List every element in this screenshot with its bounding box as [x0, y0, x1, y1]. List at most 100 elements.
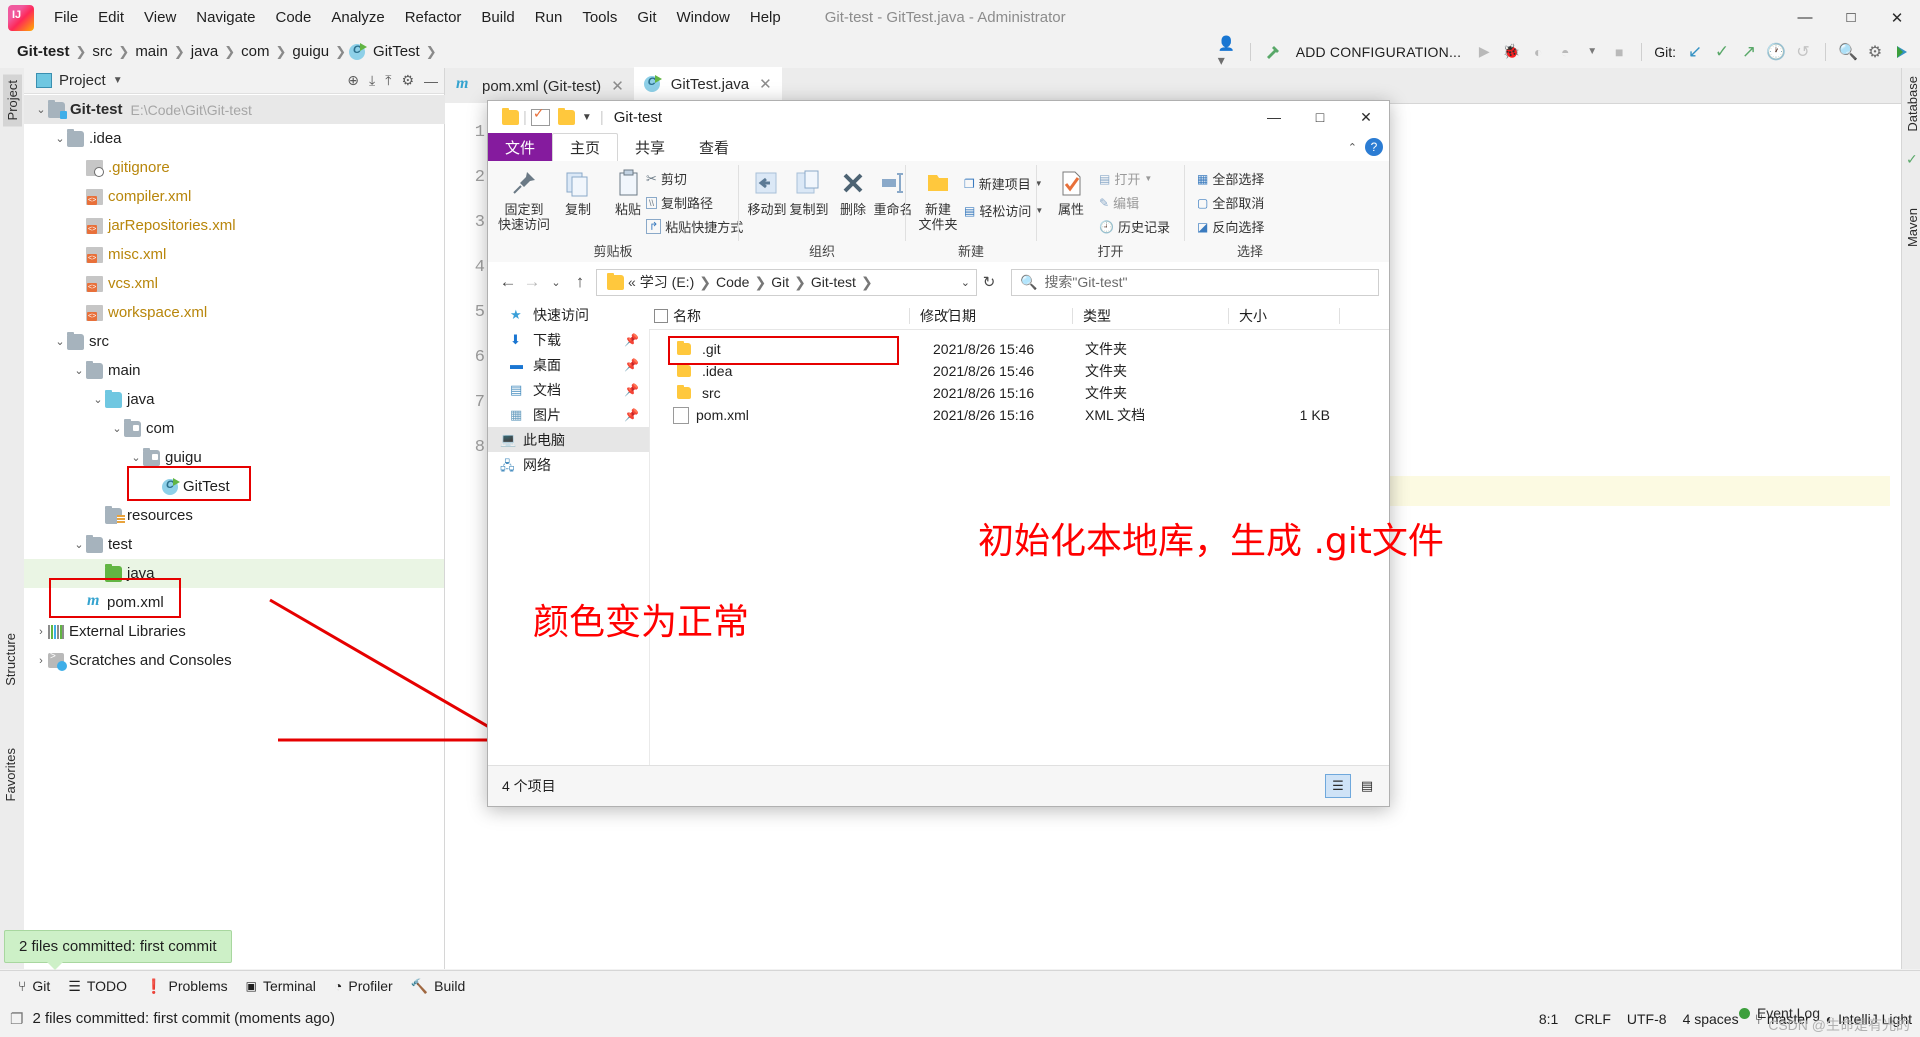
menu-item-build[interactable]: Build: [471, 5, 524, 30]
column-header-type[interactable]: 类型: [1073, 306, 1228, 326]
close-icon[interactable]: ✕: [759, 75, 772, 93]
stop-icon[interactable]: ■: [1609, 42, 1629, 62]
menu-item-file[interactable]: File: [44, 5, 88, 30]
run-icon[interactable]: ▶: [1474, 42, 1494, 62]
search-input[interactable]: 🔍 搜索"Git-test": [1011, 268, 1379, 296]
tree-row-main[interactable]: ⌄ main: [24, 356, 444, 385]
user-account-icon[interactable]: 👤▾: [1218, 35, 1238, 68]
path-part-gittest[interactable]: Git-test: [811, 274, 856, 290]
stripe-button-project[interactable]: Project: [3, 74, 22, 127]
editor-tab-pom-xml[interactable]: pom.xml (Git-test) ✕: [445, 69, 634, 103]
git-push-icon[interactable]: ↗: [1739, 42, 1759, 62]
ribbon-tab-home[interactable]: 主页: [552, 133, 619, 162]
file-row[interactable]: src 2021/8/26 15:16 文件夹: [649, 382, 1389, 404]
breadcrumb-item-main[interactable]: main: [132, 43, 171, 60]
menu-item-window[interactable]: Window: [667, 5, 740, 30]
profile-icon[interactable]: ◓: [1555, 42, 1575, 62]
chevron-down-icon[interactable]: ⌄: [53, 132, 67, 145]
line-separator[interactable]: CRLF: [1574, 1011, 1611, 1027]
tree-row-root[interactable]: ⌄ Git-test E:\Code\Git\Git-test: [24, 95, 454, 124]
stripe-button-database[interactable]: Database: [1905, 76, 1920, 132]
paste-shortcut-button[interactable]: ↱ 粘贴快捷方式: [646, 217, 743, 236]
invert-selection-button[interactable]: ◪ 反向选择: [1197, 217, 1264, 236]
pin-to-quick-access-button[interactable]: 固定到 快速访问: [498, 165, 550, 233]
nav-item-network[interactable]: 🖧 网络: [488, 452, 649, 477]
explorer-minimize-button[interactable]: —: [1251, 101, 1297, 133]
chevron-down-icon[interactable]: ▼: [1144, 174, 1152, 183]
chevron-down-icon[interactable]: ▼: [113, 75, 123, 86]
column-header-size[interactable]: 大小: [1229, 306, 1339, 326]
git-revert-icon[interactable]: ↺: [1793, 42, 1813, 62]
close-icon[interactable]: ✕: [611, 77, 624, 95]
explorer-close-button[interactable]: ✕: [1343, 101, 1389, 133]
menu-item-refactor[interactable]: Refactor: [395, 5, 472, 30]
panel-settings-icon[interactable]: ⚙: [401, 72, 414, 89]
select-all-button[interactable]: ▦ 全部选择: [1197, 169, 1264, 188]
tool-window-terminal[interactable]: ▣ Terminal: [246, 978, 316, 994]
tree-row-guigu[interactable]: ⌄ guigu: [24, 443, 444, 472]
select-none-button[interactable]: ▢ 全部取消: [1197, 193, 1264, 212]
select-all-checkbox[interactable]: [654, 308, 668, 323]
chevron-down-icon[interactable]: ⌄: [129, 451, 143, 464]
hide-panel-icon[interactable]: —: [424, 73, 438, 89]
menu-item-analyze[interactable]: Analyze: [321, 5, 394, 30]
stripe-button-structure[interactable]: Structure: [3, 633, 18, 686]
settings-gear-icon[interactable]: ⚙: [1865, 42, 1885, 62]
properties-quick-icon[interactable]: [530, 105, 550, 126]
menu-item-git[interactable]: Git: [627, 5, 666, 30]
minimize-button[interactable]: —: [1782, 0, 1828, 35]
menu-item-edit[interactable]: Edit: [88, 5, 134, 30]
file-encoding[interactable]: UTF-8: [1627, 1011, 1667, 1027]
status-toggle-icon[interactable]: ❐: [10, 1010, 23, 1028]
tree-row-vcs-xml[interactable]: vcs.xml: [24, 269, 444, 298]
tree-row-workspace-xml[interactable]: workspace.xml: [24, 298, 444, 327]
chevron-down-icon[interactable]: ▼: [1582, 42, 1602, 62]
editor-tab-gittest-java[interactable]: GitTest.java ✕: [633, 67, 782, 103]
breadcrumb-item-git-test[interactable]: Git-test: [14, 43, 73, 60]
pin-icon[interactable]: 📌: [624, 333, 639, 347]
tree-row-jarrepositories-xml[interactable]: jarRepositories.xml: [24, 211, 444, 240]
nav-item-star[interactable]: ★ 快速访问: [488, 302, 649, 327]
tree-row-src[interactable]: ⌄ src: [24, 327, 444, 356]
expand-all-icon[interactable]: ⤓: [369, 72, 375, 89]
breadcrumb-item-guigu[interactable]: guigu: [289, 43, 332, 60]
indent-setting[interactable]: 4 spaces: [1683, 1011, 1739, 1027]
menu-item-view[interactable]: View: [134, 5, 186, 30]
large-icons-view-button[interactable]: ▤: [1355, 775, 1379, 797]
chevron-down-icon[interactable]: ⌄: [34, 103, 48, 116]
ribbon-tab-file[interactable]: 文件: [488, 133, 553, 161]
copy-button[interactable]: 复制: [552, 165, 604, 218]
nav-item-this-pc[interactable]: 💻 此电脑: [488, 427, 649, 452]
ribbon-tab-view[interactable]: 查看: [682, 133, 746, 161]
tree-row--idea[interactable]: ⌄ .idea: [24, 124, 444, 153]
pin-icon[interactable]: 📌: [624, 358, 639, 372]
file-row[interactable]: pom.xml 2021/8/26 15:16 XML 文档 1 KB: [649, 404, 1389, 426]
folder-icon[interactable]: [502, 107, 519, 125]
menu-item-code[interactable]: Code: [265, 5, 321, 30]
menu-item-tools[interactable]: Tools: [572, 5, 627, 30]
properties-button[interactable]: 属性: [1045, 165, 1097, 218]
new-folder-button[interactable]: 新建 文件夹: [912, 165, 964, 233]
tool-window-problems[interactable]: ❗ Problems: [145, 978, 228, 995]
caret-position[interactable]: 8:1: [1539, 1011, 1558, 1027]
tool-window-build[interactable]: 🔨 Build: [411, 978, 466, 995]
maximize-button[interactable]: □: [1828, 0, 1874, 35]
plugin-icon[interactable]: [1892, 42, 1912, 62]
explorer-title-bar[interactable]: | ▼ | Git-test — □ ✕: [488, 101, 1389, 133]
tree-row--gitignore[interactable]: .gitignore: [24, 153, 444, 182]
chevron-down-icon[interactable]: ⌄: [72, 364, 86, 377]
explorer-maximize-button[interactable]: □: [1297, 101, 1343, 133]
tree-row-external-libraries[interactable]: › External Libraries: [24, 617, 444, 646]
close-button[interactable]: ✕: [1874, 0, 1920, 35]
stripe-button-maven[interactable]: Maven: [1905, 208, 1920, 247]
pin-icon[interactable]: 📌: [624, 383, 639, 397]
tool-window-profiler[interactable]: ◔ Profiler: [334, 978, 393, 994]
collapse-all-icon[interactable]: ⤒: [385, 72, 391, 89]
tree-row-java[interactable]: java: [24, 559, 444, 588]
easy-access-button[interactable]: ▤ 轻松访问 ▼: [964, 201, 1043, 220]
edit-button[interactable]: ✎ 编辑: [1099, 193, 1139, 212]
chevron-down-icon[interactable]: ⌄: [110, 422, 124, 435]
details-view-button[interactable]: ☰: [1325, 774, 1351, 798]
address-path-box[interactable]: « 学习 (E:) ❯ Code ❯ Git ❯ Git-test ❯ ⌄: [596, 268, 977, 296]
chevron-down-icon[interactable]: ⌄: [72, 538, 86, 551]
